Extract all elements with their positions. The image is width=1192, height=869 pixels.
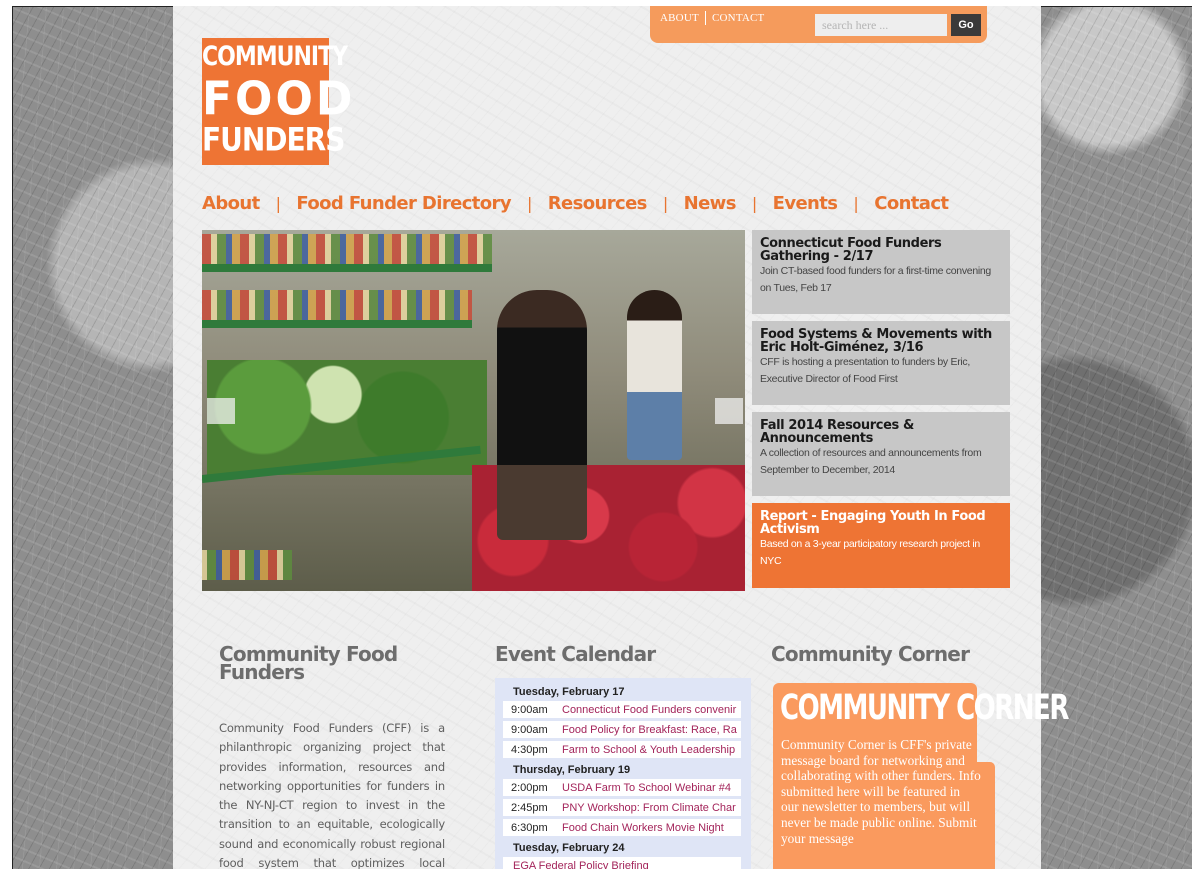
event-title[interactable]: PNY Workshop: From Climate Char — [562, 799, 736, 816]
feature-title: Report - Engaging Youth In Food Activism — [760, 509, 986, 537]
community-heading: Community Corner — [771, 642, 970, 666]
window-edge — [12, 6, 13, 869]
community-corner-text: Community Corner is CFF's private messag… — [781, 737, 981, 846]
slide-shelf — [202, 320, 472, 328]
feature-desc: Join CT-based food funders for a first-t… — [760, 265, 991, 294]
about-text: Community Food Funders (CFF) is a philan… — [219, 721, 445, 869]
event-title[interactable]: USDA Farm To School Webinar #4 — [562, 779, 731, 796]
nav-separator: | — [526, 193, 532, 213]
slide-shelf — [202, 264, 492, 272]
main-nav: About | Food Funder Directory | Resource… — [202, 190, 949, 216]
nav-about[interactable]: About — [202, 193, 260, 214]
calendar-day: Thursday, February 19 — [513, 764, 631, 776]
slide-vegetables — [207, 360, 487, 475]
feature-desc: Based on a 3-year participatory research… — [760, 538, 980, 567]
event-time: 4:30pm — [511, 744, 548, 756]
utility-contact-link[interactable]: CONTACT — [712, 12, 764, 24]
slide-shelf-products — [202, 550, 292, 580]
logo-line-funders: FUNDERS — [202, 120, 345, 159]
nav-separator: | — [662, 193, 668, 213]
about-heading: Community Food Funders — [219, 642, 398, 684]
feature-title: Connecticut Food Funders Gathering - 2/1… — [760, 236, 942, 264]
logo-line-community: COMMUNITY — [202, 42, 348, 73]
event-title[interactable]: EGA Federal Policy Briefing — [513, 857, 649, 869]
slideshow-image[interactable] — [202, 230, 745, 591]
nav-events[interactable]: Events — [773, 193, 838, 214]
slideshow-next-button[interactable] — [715, 398, 743, 424]
nav-separator: | — [751, 193, 757, 213]
calendar-event[interactable]: EGA Federal Policy Briefing — [503, 857, 741, 869]
feature-title: Fall 2014 Resources & Announcements — [760, 418, 914, 446]
nav-resources[interactable]: Resources — [548, 193, 648, 214]
event-title[interactable]: Food Chain Workers Movie Night — [562, 819, 724, 836]
feature-item[interactable]: Fall 2014 Resources & Announcements A co… — [752, 412, 1010, 496]
event-time: 6:30pm — [511, 822, 548, 834]
utility-about-link[interactable]: ABOUT — [660, 12, 699, 24]
logo[interactable]: COMMUNITY FOOD FUNDERS — [202, 38, 356, 165]
nav-news[interactable]: News — [684, 193, 737, 214]
calendar-event[interactable]: 2:45pm PNY Workshop: From Climate Char — [503, 799, 741, 817]
event-time: 9:00am — [511, 704, 548, 716]
calendar-day: Tuesday, February 17 — [513, 686, 625, 698]
search-go-button[interactable]: Go — [951, 14, 981, 36]
calendar-event[interactable]: 2:00pm USDA Farm To School Webinar #4 — [503, 779, 741, 797]
event-time: 2:00pm — [511, 782, 548, 794]
calendar-heading: Event Calendar — [495, 642, 656, 666]
community-corner-title: COMMUNITY CORNER — [780, 688, 1069, 729]
search-input[interactable] — [815, 14, 947, 36]
calendar-event[interactable]: 4:30pm Farm to School & Youth Leadership — [503, 741, 741, 759]
logo-line-food: FOOD — [202, 72, 356, 127]
nav-separator: | — [275, 193, 281, 213]
calendar-event[interactable]: 6:30pm Food Chain Workers Movie Night — [503, 819, 741, 837]
slide-person — [627, 290, 682, 460]
event-time: 9:00am — [511, 724, 548, 736]
slide-person — [497, 290, 587, 540]
feature-item[interactable]: Connecticut Food Funders Gathering - 2/1… — [752, 230, 1010, 314]
feature-desc: A collection of resources and announceme… — [760, 447, 982, 476]
event-title[interactable]: Food Policy for Breakfast: Race, Ra — [562, 721, 737, 738]
slideshow-prev-button[interactable] — [207, 398, 235, 424]
event-calendar: Tuesday, February 17 9:00am Connecticut … — [495, 678, 751, 869]
nav-separator: | — [853, 193, 859, 213]
utility-separator — [705, 11, 706, 25]
event-title[interactable]: Farm to School & Youth Leadership — [562, 741, 735, 758]
event-time: 2:45pm — [511, 802, 548, 814]
feature-title: Food Systems & Movements with Eric Holt-… — [760, 327, 992, 355]
slide-shelf-products — [202, 234, 492, 264]
slide-shelf-products — [202, 290, 472, 320]
calendar-event[interactable]: 9:00am Connecticut Food Funders convenir — [503, 701, 741, 719]
calendar-day: Tuesday, February 24 — [513, 842, 625, 854]
event-title[interactable]: Connecticut Food Funders convenir — [562, 701, 736, 718]
nav-food-funder-directory[interactable]: Food Funder Directory — [296, 193, 511, 214]
feature-desc: CFF is hosting a presentation to funders… — [760, 356, 970, 385]
nav-contact[interactable]: Contact — [874, 193, 949, 214]
feature-item[interactable]: Food Systems & Movements with Eric Holt-… — [752, 321, 1010, 405]
feature-item-active[interactable]: Report - Engaging Youth In Food Activism… — [752, 503, 1010, 588]
calendar-event[interactable]: 9:00am Food Policy for Breakfast: Race, … — [503, 721, 741, 739]
